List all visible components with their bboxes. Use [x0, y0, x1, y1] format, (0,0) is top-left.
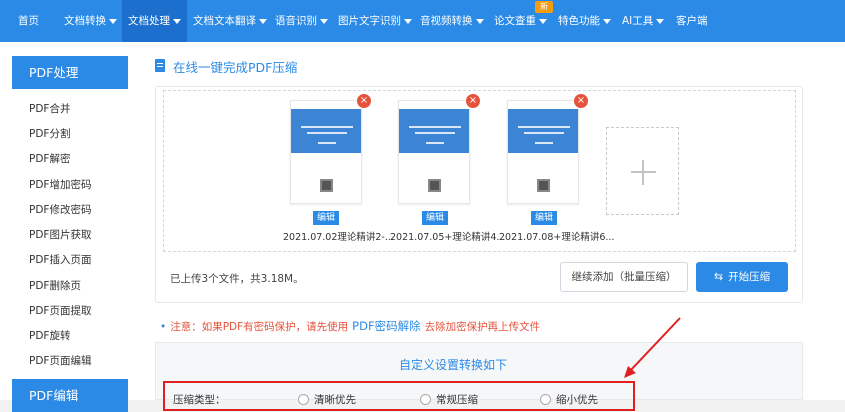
nav-doc-convert-label: 文档转换: [64, 15, 106, 27]
nav-av-convert-label: 音视频转换: [420, 15, 473, 27]
file-drop-area[interactable]: [163, 90, 796, 252]
notice-suffix: 去除加密保护再上传文件: [424, 321, 541, 333]
nav-doc-translate[interactable]: 文档文本翻译: [193, 0, 267, 42]
chevron-down-icon: [173, 18, 181, 24]
edit-file-button[interactable]: 编辑: [313, 211, 339, 225]
sidebar-item-pdf-split[interactable]: PDF分割: [29, 126, 70, 141]
plus-icon-vertical: [642, 160, 644, 185]
file-name: 2021.07.02理论精讲2-...: [283, 232, 394, 243]
delete-file-button[interactable]: ×: [574, 94, 588, 108]
nav-client-label: 客户端: [676, 15, 708, 27]
sidebar-item-pdf-extract-images[interactable]: PDF图片获取: [29, 227, 91, 242]
nav-home[interactable]: 首页: [18, 0, 39, 42]
sidebar-item-pdf-add-password[interactable]: PDF增加密码: [29, 177, 91, 192]
settings-title: 自定义设置转换如下: [399, 358, 508, 372]
notice-prefix: 注意：如果PDF有密码保护，请先使用: [170, 321, 349, 333]
edit-file-button[interactable]: 编辑: [422, 211, 448, 225]
start-compress-label: 开始压缩: [728, 271, 771, 283]
sidebar: PDF处理 PDF合并 PDF分割 PDF解密 PDF增加密码 PDF修改密码 …: [0, 42, 145, 412]
file-name: 2021.07.08+理论精讲6...: [499, 232, 615, 243]
batch-add-button[interactable]: 继续添加（批量压缩）: [560, 262, 688, 292]
chevron-down-icon: [259, 18, 267, 24]
thumbnail-cover: [508, 109, 578, 153]
file-thumbnail: [507, 100, 579, 204]
nav-speech-recognition[interactable]: 语音识别: [275, 0, 328, 42]
document-icon: [155, 59, 165, 72]
bullet-icon: •: [160, 321, 167, 333]
swap-icon: ⇆: [713, 270, 724, 283]
sidebar-item-pdf-delete-page[interactable]: PDF删除页: [29, 278, 81, 293]
delete-file-button[interactable]: ×: [466, 94, 480, 108]
nav-doc-convert[interactable]: 文档转换: [64, 0, 117, 42]
nav-ai-tools-label: AI工具: [622, 15, 654, 27]
sidebar-section-pdf[interactable]: PDF处理: [12, 56, 128, 89]
top-nav-bar: 首页 文档转换 文档处理 文档文本翻译 语音识别 图片文字识别 音视频转换 论文…: [0, 0, 845, 42]
chevron-down-icon: [603, 18, 611, 24]
chevron-down-icon: [404, 18, 412, 24]
start-compress-button[interactable]: ⇆ 开始压缩: [696, 262, 788, 292]
file-thumbnail: [290, 100, 362, 204]
sidebar-item-pdf-merge[interactable]: PDF合并: [29, 101, 70, 116]
nav-ai-tools[interactable]: AI工具: [622, 0, 665, 42]
qr-code-icon: [428, 179, 441, 192]
sidebar-item-pdf-page-edit[interactable]: PDF页面编辑: [29, 353, 91, 368]
page-title: 在线一键完成PDF压缩: [173, 60, 298, 75]
edit-file-button[interactable]: 编辑: [531, 211, 557, 225]
new-badge: 新: [535, 1, 553, 13]
file-name: 2021.07.05+理论精讲4...: [390, 232, 506, 243]
sidebar-item-pdf-extract-page[interactable]: PDF页面提取: [29, 303, 91, 318]
delete-file-button[interactable]: ×: [357, 94, 371, 108]
nav-doc-process[interactable]: 文档处理: [122, 0, 187, 42]
pdf-password-remove-link[interactable]: PDF密码解除: [352, 319, 420, 333]
thumbnail-cover: [399, 109, 469, 153]
sidebar-section-pdf-edit[interactable]: PDF编辑: [12, 379, 128, 412]
thumbnail-cover: [291, 109, 361, 153]
sidebar-item-pdf-rotate[interactable]: PDF旋转: [29, 328, 70, 343]
nav-image-ocr[interactable]: 图片文字识别: [338, 0, 412, 42]
nav-speech-recognition-label: 语音识别: [275, 15, 317, 27]
nav-featured[interactable]: 特色功能: [558, 0, 611, 42]
nav-home-label: 首页: [18, 15, 39, 27]
file-thumbnail: [398, 100, 470, 204]
upload-summary: 已上传3个文件，共3.18M。: [170, 273, 304, 285]
nav-client[interactable]: 客户端: [676, 0, 708, 42]
qr-code-icon: [537, 179, 550, 192]
nav-paper-check-label: 论文查重: [494, 15, 536, 27]
chevron-down-icon: [109, 18, 117, 24]
nav-featured-label: 特色功能: [558, 15, 600, 27]
nav-doc-translate-label: 文档文本翻译: [193, 15, 256, 27]
nav-av-convert[interactable]: 音视频转换: [420, 0, 484, 42]
qr-code-icon: [320, 179, 333, 192]
add-file-button[interactable]: [606, 127, 679, 215]
chevron-down-icon: [656, 18, 665, 24]
nav-doc-process-label: 文档处理: [128, 15, 170, 27]
password-notice: • 注意：如果PDF有密码保护，请先使用 PDF密码解除 去除加密保护再上传文件: [160, 318, 540, 334]
chevron-down-icon: [320, 18, 328, 24]
sidebar-item-pdf-change-password[interactable]: PDF修改密码: [29, 202, 91, 217]
sidebar-item-pdf-decrypt[interactable]: PDF解密: [29, 151, 70, 166]
sidebar-item-pdf-insert-page[interactable]: PDF插入页面: [29, 252, 91, 267]
chevron-down-icon: [539, 18, 547, 24]
chevron-down-icon: [475, 18, 484, 24]
nav-image-ocr-label: 图片文字识别: [338, 15, 401, 27]
